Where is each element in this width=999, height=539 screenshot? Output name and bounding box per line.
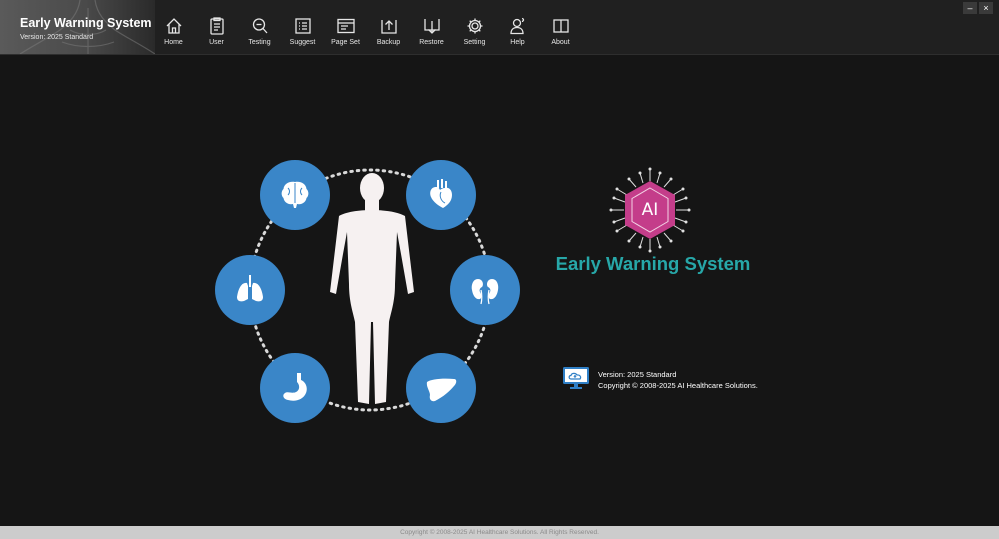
app-name-heading: Early Warning System: [555, 253, 751, 274]
toolbar: Home User Testing Suggest Page Set Backu…: [152, 0, 582, 54]
minimize-button[interactable]: –: [963, 2, 977, 14]
main-content: AI Early Warning System Version: 2025 St…: [0, 55, 999, 526]
main-window: Early Warning System Version: 2025 Stand…: [0, 0, 999, 539]
toolbar-restore-label: Restore: [419, 39, 444, 46]
toolbar-home-label: Home: [164, 39, 183, 46]
cloud-monitor-icon: [563, 367, 589, 389]
heart-organ-circle: [406, 160, 476, 230]
toolbar-testing-label: Testing: [248, 39, 271, 46]
heart-icon: [430, 179, 452, 208]
toolbar-suggest-label: Suggest: [289, 39, 316, 46]
stomach-icon: [283, 373, 307, 401]
toolbar-testing-button[interactable]: Testing: [238, 0, 281, 54]
top-bar: Early Warning System Version: 2025 Stand…: [0, 0, 999, 55]
liver-icon: [426, 378, 457, 402]
toolbar-help-button[interactable]: Help: [496, 0, 539, 54]
lungs-organ-circle: [215, 255, 285, 325]
toolbar-about-label: About: [551, 39, 570, 46]
user-clipboard-icon: [207, 16, 227, 36]
brand-panel: Early Warning System Version: 2025 Stand…: [0, 0, 155, 54]
kidneys-icon: [471, 279, 499, 305]
checklist-icon: [293, 16, 313, 36]
body-organ-diagram: [205, 150, 535, 490]
gear-icon: [465, 16, 485, 36]
stomach-organ-circle: [260, 353, 330, 423]
toolbar-user-button[interactable]: User: [195, 0, 238, 54]
app-title: Early Warning System: [20, 16, 152, 30]
close-button[interactable]: ×: [979, 2, 993, 14]
kidneys-organ-circle: [450, 255, 520, 325]
toolbar-setting-button[interactable]: Setting: [453, 0, 496, 54]
toolbar-suggest-button[interactable]: Suggest: [281, 0, 324, 54]
toolbar-help-label: Help: [510, 39, 525, 46]
window-controls: – ×: [963, 2, 993, 14]
footer-copyright: Copyright © 2008-2025 AI Healthcare Solu…: [0, 526, 999, 539]
brain-organ-circle: [260, 160, 330, 230]
toolbar-backup-label: Backup: [376, 39, 401, 46]
liver-organ-circle: [406, 353, 476, 423]
toolbar-page-set-button[interactable]: Page Set: [324, 0, 367, 54]
toolbar-user-label: User: [209, 39, 224, 46]
toolbar-backup-button[interactable]: Backup: [367, 0, 410, 54]
toolbar-home-button[interactable]: Home: [152, 0, 195, 54]
magnifier-icon: [250, 16, 270, 36]
ai-badge-text: AI: [641, 200, 659, 220]
help-person-icon: [508, 16, 528, 36]
copyright-info: Copyright © 2008-2025 AI Healthcare Solu…: [598, 381, 758, 390]
restore-download-icon: [422, 16, 442, 36]
app-version: Version: 2025 Standard: [20, 34, 94, 41]
toolbar-page-set-label: Page Set: [331, 39, 360, 46]
lungs-icon: [237, 275, 263, 302]
toolbar-setting-label: Setting: [463, 39, 486, 46]
backup-upload-icon: [379, 16, 399, 36]
brain-icon: [281, 181, 309, 208]
toolbar-about-button[interactable]: About: [539, 0, 582, 54]
toolbar-restore-button[interactable]: Restore: [410, 0, 453, 54]
home-icon: [164, 16, 184, 36]
page-layout-icon: [336, 16, 356, 36]
book-icon: [551, 16, 571, 36]
version-info: Version: 2025 Standard: [598, 370, 677, 379]
